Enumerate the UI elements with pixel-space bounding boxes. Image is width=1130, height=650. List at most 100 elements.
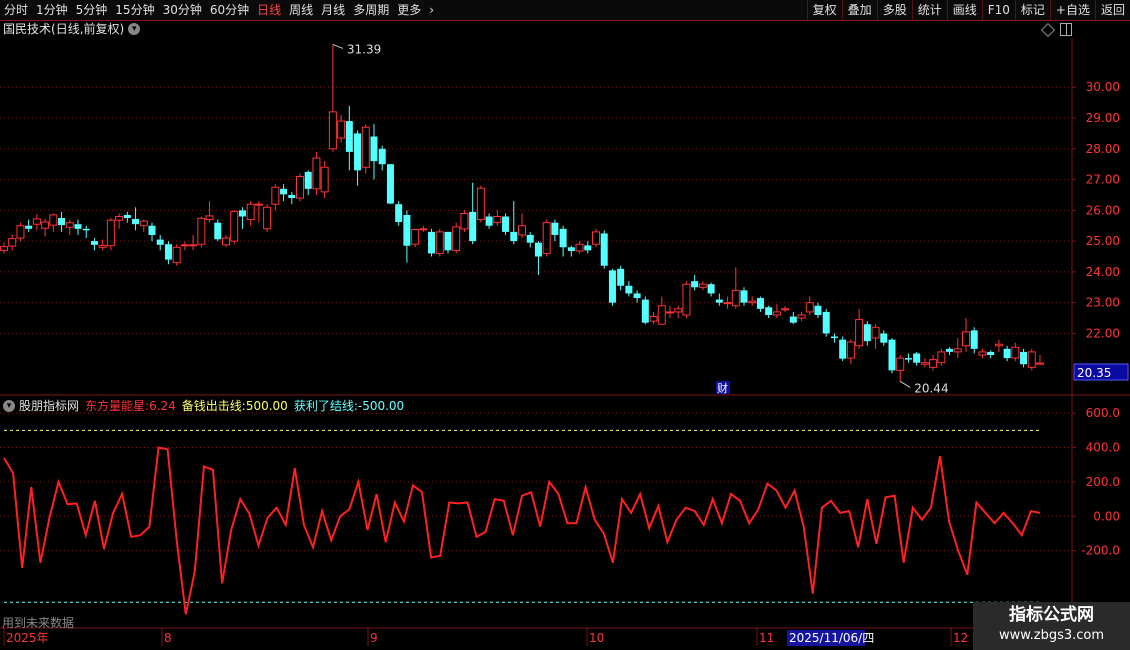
candle-body — [904, 358, 912, 360]
indicator-tick-label: 400.0 — [1086, 441, 1120, 455]
candle-body — [189, 244, 198, 247]
candle-body — [805, 302, 814, 313]
xaxis-label: 10 — [589, 631, 604, 645]
candle-body — [617, 268, 625, 286]
indicator-tick-label: 0.00 — [1093, 509, 1120, 523]
candle-body — [403, 214, 411, 246]
candle-body — [49, 214, 58, 226]
candle-body — [148, 225, 156, 235]
candle-body — [444, 231, 452, 251]
candle-body — [970, 330, 978, 349]
candle-body — [469, 211, 477, 242]
candle-body — [16, 225, 25, 239]
candle-body — [691, 281, 699, 288]
candle-body — [871, 326, 880, 339]
candle-body — [913, 353, 921, 363]
indicator-line2-label: 备钱出击线: — [181, 399, 246, 413]
candle-body — [476, 187, 485, 221]
candle-body — [428, 231, 436, 254]
candle-body — [855, 319, 864, 347]
xaxis-label: 11 — [759, 631, 774, 645]
candle-body — [698, 283, 707, 288]
candle-body — [238, 210, 246, 217]
candle-body — [1027, 351, 1036, 368]
high-price-label: 31.39 — [347, 42, 381, 56]
candle-body — [830, 336, 838, 339]
candle-body — [452, 226, 461, 251]
candle-body — [180, 244, 189, 247]
candle-body — [435, 231, 444, 254]
candle-body — [254, 203, 263, 206]
candle-body — [731, 289, 740, 307]
candle-body — [41, 221, 50, 229]
high-marker-arrow — [332, 43, 344, 49]
candle-body — [164, 244, 172, 260]
indicator-line3-value: -500.00 — [357, 399, 405, 413]
candle-body — [139, 220, 148, 227]
cursor-date-label: 2025/11/06/四 — [789, 631, 874, 645]
price-tick-label: 22.00 — [1086, 326, 1120, 340]
candle-body — [880, 333, 888, 343]
indicator-tick-label: -200.0 — [1081, 544, 1120, 558]
candle-body — [748, 300, 757, 304]
candle-body — [765, 307, 773, 315]
candle-body — [74, 224, 82, 229]
candle-body — [518, 225, 526, 236]
candle-body — [946, 348, 954, 352]
candle-body — [929, 359, 938, 368]
candle-body — [978, 351, 987, 356]
candle-body — [534, 242, 542, 257]
candle-body — [485, 216, 493, 226]
candle-body — [493, 216, 502, 224]
candle-body — [863, 324, 871, 342]
candle-body — [1011, 346, 1020, 359]
candle-body — [987, 351, 995, 355]
price-tick-label: 24.00 — [1086, 265, 1120, 279]
candle-body — [90, 241, 98, 245]
candle-body — [822, 311, 830, 334]
chevron-down-icon[interactable]: ▾ — [3, 400, 15, 412]
price-tick-label: 25.00 — [1086, 234, 1120, 248]
candle-body — [567, 247, 575, 251]
xaxis-label: 8 — [164, 631, 172, 645]
candle-body — [98, 244, 107, 248]
candle-body — [230, 211, 239, 242]
candle-body — [657, 305, 666, 325]
candle-body — [600, 233, 608, 266]
candle-body — [65, 222, 74, 228]
candle-body — [25, 225, 33, 229]
indicator-name[interactable]: 股朋指标网 — [19, 398, 79, 414]
candle-body — [370, 136, 378, 162]
kline-chart[interactable]: 30.00 29.00 28.00 27.00 26.00 25.00 24.00 23.00… — [0, 0, 1130, 650]
candle-body — [386, 164, 394, 204]
candle-body — [715, 299, 723, 303]
candle-body — [781, 308, 790, 311]
candle-body — [740, 290, 748, 303]
candle-body — [920, 362, 929, 365]
candle-body — [395, 204, 403, 223]
candle-body — [674, 308, 683, 313]
indicator-line3-label: 获利了结线: — [293, 399, 358, 413]
candle-body — [82, 228, 90, 231]
candle-body — [592, 231, 600, 245]
candle-body — [575, 243, 584, 252]
candle-body — [641, 299, 649, 323]
candle-body — [772, 311, 781, 316]
candle-body — [288, 194, 296, 199]
watermark-title: 指标公式网 — [1009, 605, 1094, 625]
candle-body — [723, 302, 732, 305]
candle-body — [625, 285, 633, 294]
candle-body — [354, 133, 362, 171]
candle-body — [205, 215, 214, 221]
candle-body — [839, 339, 847, 359]
indicator-tick-label: 200.0 — [1086, 475, 1120, 489]
price-tick-label: 30.00 — [1086, 80, 1120, 94]
indicator-tick-label: 600.0 — [1086, 406, 1120, 420]
candle-body — [172, 246, 181, 264]
candle-body — [263, 206, 272, 230]
candle-body — [1020, 351, 1028, 365]
candle-body — [510, 231, 518, 242]
candle-body — [411, 228, 420, 245]
indicator-line2-value: 500.00 — [245, 399, 288, 413]
candle-body — [994, 343, 1003, 347]
